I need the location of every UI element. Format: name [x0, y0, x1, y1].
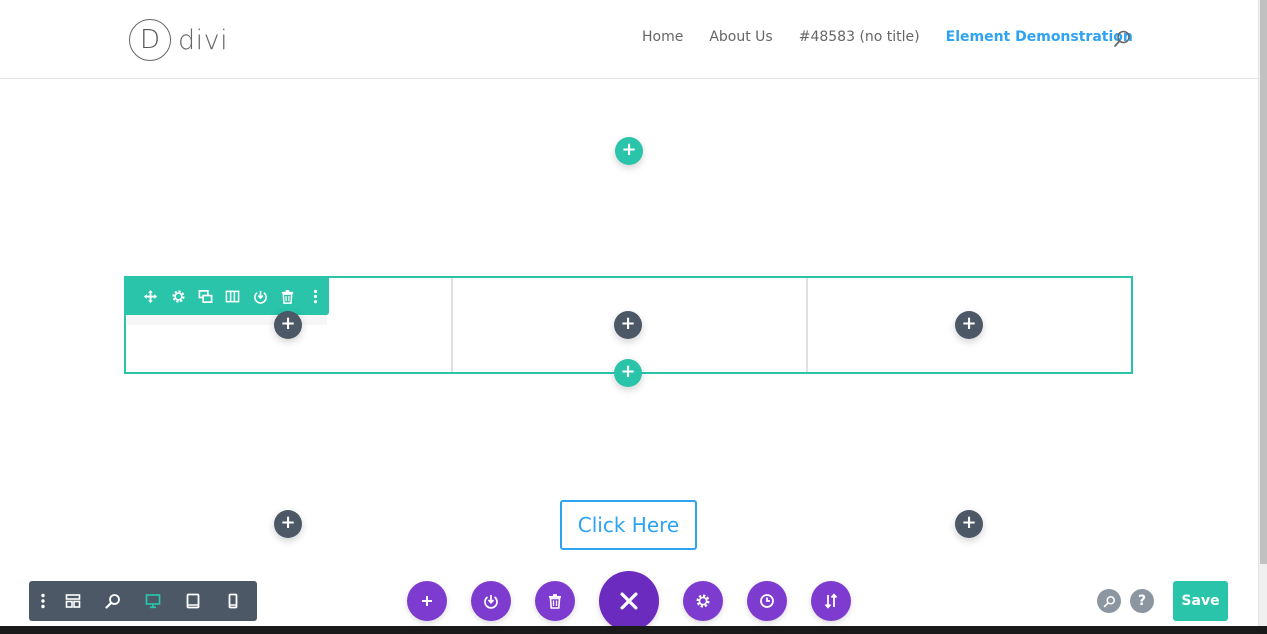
- site-logo[interactable]: D divi: [129, 19, 228, 61]
- duplicate-icon[interactable]: [192, 277, 219, 315]
- add-module-button[interactable]: +: [955, 510, 983, 538]
- trash-icon[interactable]: [274, 277, 301, 315]
- more-options-icon[interactable]: [302, 277, 329, 315]
- close-icon[interactable]: [599, 571, 659, 631]
- page-scrollbar[interactable]: [1258, 0, 1267, 626]
- column-divider: [806, 278, 808, 372]
- nav-item-about-us[interactable]: About Us: [709, 29, 772, 45]
- save-button[interactable]: Save: [1173, 581, 1228, 621]
- add-icon[interactable]: [407, 581, 447, 621]
- desktop-view-icon[interactable]: [133, 581, 173, 621]
- add-module-button[interactable]: +: [274, 510, 302, 538]
- view-mode-bar: [29, 581, 257, 621]
- add-module-button[interactable]: +: [614, 311, 642, 339]
- bottom-edge: [0, 626, 1267, 634]
- gear-icon[interactable]: [164, 277, 191, 315]
- logo-text: divi: [178, 24, 229, 56]
- columns-icon[interactable]: [219, 277, 246, 315]
- clear-layout-icon[interactable]: [535, 581, 575, 621]
- search-icon[interactable]: [1113, 30, 1131, 48]
- nav-item-48583[interactable]: #48583 (no title): [799, 29, 920, 45]
- add-section-button[interactable]: +: [615, 137, 643, 165]
- save-to-library-icon[interactable]: [247, 277, 274, 315]
- main-nav: Home About Us #48583 (no title) Element …: [642, 29, 1159, 45]
- search-icon[interactable]: [1097, 589, 1121, 613]
- portability-icon[interactable]: [811, 581, 851, 621]
- nav-item-home[interactable]: Home: [642, 29, 683, 45]
- page-settings-icon[interactable]: [683, 581, 723, 621]
- zoom-icon[interactable]: [93, 581, 133, 621]
- add-row-button[interactable]: +: [614, 359, 642, 387]
- tablet-view-icon[interactable]: [173, 581, 213, 621]
- add-module-button[interactable]: +: [274, 311, 302, 339]
- load-from-library-icon[interactable]: [471, 581, 511, 621]
- logo-mark: D: [129, 19, 171, 61]
- scrollbar-thumb[interactable]: [1260, 0, 1267, 564]
- move-icon[interactable]: [137, 277, 164, 315]
- wireframe-view-icon[interactable]: [53, 581, 93, 621]
- help-icon[interactable]: ?: [1130, 589, 1154, 613]
- add-module-button[interactable]: +: [955, 311, 983, 339]
- click-here-button[interactable]: Click Here: [560, 500, 697, 550]
- site-header: D divi Home About Us #48583 (no title) E…: [0, 0, 1258, 79]
- nav-item-element-demonstration[interactable]: Element Demonstration: [946, 29, 1133, 45]
- history-icon[interactable]: [747, 581, 787, 621]
- phone-view-icon[interactable]: [213, 581, 253, 621]
- row-toolbar: [125, 277, 329, 315]
- more-options-icon[interactable]: [33, 581, 53, 621]
- column-divider: [451, 278, 453, 372]
